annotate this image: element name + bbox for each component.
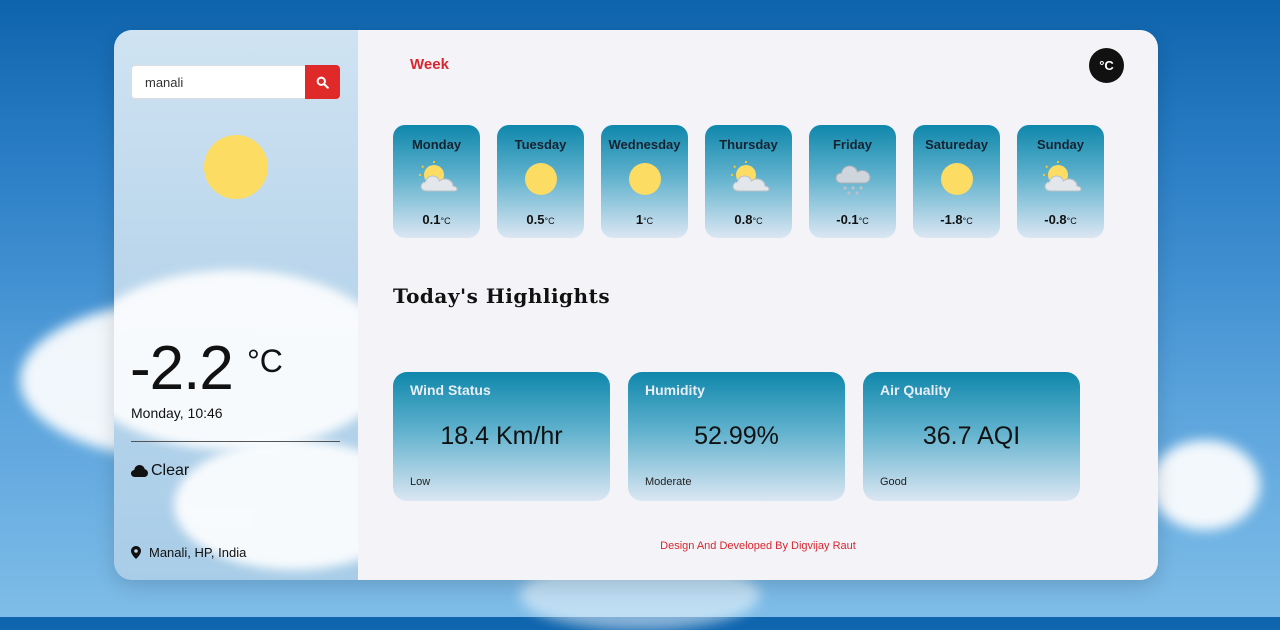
location: Manali, HP, India xyxy=(131,545,246,560)
day-temperature: 1°C xyxy=(601,212,688,227)
temperature-unit: °C xyxy=(247,343,283,379)
search-button[interactable] xyxy=(305,65,340,99)
weather-card: -2.2 °C Monday, 10:46 Clear Manali, HP, … xyxy=(114,30,1158,580)
day-temperature: 0.1°C xyxy=(393,212,480,227)
snow-icon xyxy=(833,161,873,197)
day-temp-unit: °C xyxy=(643,216,654,226)
search-bar xyxy=(131,65,340,99)
search-input[interactable] xyxy=(131,65,305,99)
background-cloud xyxy=(1150,440,1260,530)
day-temp-unit: °C xyxy=(962,216,973,226)
day-temp-unit: °C xyxy=(858,216,869,226)
highlight-status: Moderate xyxy=(645,476,692,488)
day-temperature: 0.5°C xyxy=(497,212,584,227)
highlight-card-air-quality: Air Quality 36.7 AQI Good xyxy=(863,372,1080,501)
day-name: Thursday xyxy=(719,137,778,152)
sun-icon xyxy=(937,161,977,197)
highlight-label: Humidity xyxy=(645,382,705,398)
day-name: Monday xyxy=(411,137,462,152)
sun-icon xyxy=(204,135,268,199)
highlight-label: Wind Status xyxy=(410,382,491,398)
highlight-value: 36.7 AQI xyxy=(922,422,1021,450)
highlight-value: 18.4 Km/hr xyxy=(440,422,563,450)
highlight-card-humidity: Humidity 52.99% Moderate xyxy=(628,372,845,501)
location-pin-icon xyxy=(131,546,141,559)
day-temp-unit: °C xyxy=(544,216,555,226)
current-weather-panel: -2.2 °C Monday, 10:46 Clear Manali, HP, … xyxy=(114,30,358,580)
current-temperature: -2.2 xyxy=(130,334,234,403)
day-temp-value: -1.8 xyxy=(940,212,963,227)
sun-icon xyxy=(625,161,665,197)
cloud-icon xyxy=(131,465,148,477)
day-card-friday[interactable]: Friday -0.1°C xyxy=(809,125,896,238)
highlights-title: Today's Highlights xyxy=(393,284,611,308)
day-temp-value: 0.8 xyxy=(734,212,753,227)
day-temp-value: 0.1 xyxy=(422,212,441,227)
footer-credit: Design And Developed By Digvijay Raut xyxy=(660,540,856,552)
day-temp-value: 0.5 xyxy=(526,212,545,227)
partly-cloudy-icon xyxy=(729,161,770,197)
condition-label: Clear xyxy=(151,462,190,479)
day-temperature: -1.8°C xyxy=(913,212,1000,227)
sun-icon xyxy=(521,161,561,197)
partly-cloudy-icon xyxy=(1041,161,1082,197)
day-name: Wednesday xyxy=(608,137,681,152)
highlight-value: 52.99% xyxy=(694,422,779,450)
current-datetime: Monday, 10:46 xyxy=(131,405,223,421)
location-label: Manali, HP, India xyxy=(149,545,247,560)
week-forecast: Monday 0.1°C Tuesday 0.5°C Wednesday 1°C Thurs… xyxy=(393,125,1104,238)
day-temp-unit: °C xyxy=(752,216,763,226)
day-name: Friday xyxy=(832,137,872,152)
divider xyxy=(131,441,340,442)
weather-condition: Clear xyxy=(131,462,189,480)
day-card-satureday[interactable]: Satureday -1.8°C xyxy=(913,125,1000,238)
forecast-panel: Week °C Monday 0.1°C Tuesday 0.5°C Wednesday… xyxy=(358,30,1158,580)
day-temperature: -0.8°C xyxy=(1017,212,1104,227)
highlight-card-wind-status: Wind Status 18.4 Km/hr Low xyxy=(393,372,610,501)
day-temp-unit: °C xyxy=(440,216,451,226)
day-name: Tuesday xyxy=(514,137,567,152)
day-temperature: -0.1°C xyxy=(809,212,896,227)
partly-cloudy-icon xyxy=(417,161,458,197)
highlight-label: Air Quality xyxy=(880,382,951,398)
day-card-monday[interactable]: Monday 0.1°C xyxy=(393,125,480,238)
day-temp-value: -0.1 xyxy=(836,212,859,227)
unit-toggle-button[interactable]: °C xyxy=(1089,48,1124,83)
day-temp-value: -0.8 xyxy=(1044,212,1067,227)
tab-week[interactable]: Week xyxy=(410,56,449,73)
day-temp-value: 1 xyxy=(635,212,644,227)
search-icon xyxy=(316,76,329,89)
day-card-sunday[interactable]: Sunday -0.8°C xyxy=(1017,125,1104,238)
highlight-status: Good xyxy=(880,476,907,488)
day-card-tuesday[interactable]: Tuesday 0.5°C xyxy=(497,125,584,238)
highlight-status: Low xyxy=(410,476,431,488)
day-name: Sunday xyxy=(1037,137,1084,152)
day-temperature: 0.8°C xyxy=(705,212,792,227)
day-card-wednesday[interactable]: Wednesday 1°C xyxy=(601,125,688,238)
day-card-thursday[interactable]: Thursday 0.8°C xyxy=(705,125,792,238)
day-temp-unit: °C xyxy=(1066,216,1077,226)
day-name: Satureday xyxy=(925,137,988,152)
highlights-list: Wind Status 18.4 Km/hr Low Humidity 52.99% Mo… xyxy=(393,372,1080,501)
